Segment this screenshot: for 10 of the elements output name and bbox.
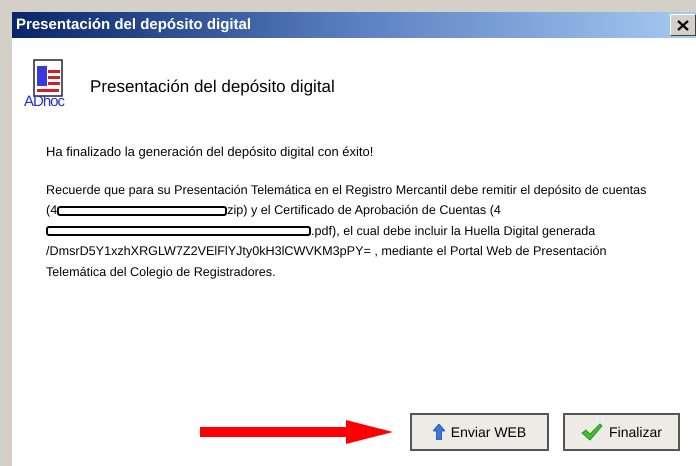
instructions-paragraph: Recuerde que para su Presentación Telemática en el Registro Mercantil debe remitir el depósito de cuentas (4 zip) y el Certificado de Aprobación de Cuentas (4 .pdf), el cual debe incluir la Huella Digital generada /DmsrD5Y1xzhXRGLW7Z2VElFlYJty0kH3lCWVKM3pPY= , mediante el Portal Web de Presentación Telemática del Colegio de Registradores. <box>46 182 648 281</box>
dialog-heading: Presentación del depósito digital <box>90 76 335 98</box>
send-web-button[interactable]: Enviar WEB <box>410 413 549 451</box>
close-icon <box>677 20 689 30</box>
finish-button[interactable]: Finalizar <box>563 413 680 451</box>
up-arrow-icon <box>432 424 445 440</box>
success-message: Ha finalizado la generación del depósito digital con éxito! <box>46 143 374 161</box>
checkmark-icon <box>581 423 604 441</box>
window-title: Presentación del depósito digital <box>16 14 252 35</box>
close-button[interactable] <box>670 14 696 36</box>
